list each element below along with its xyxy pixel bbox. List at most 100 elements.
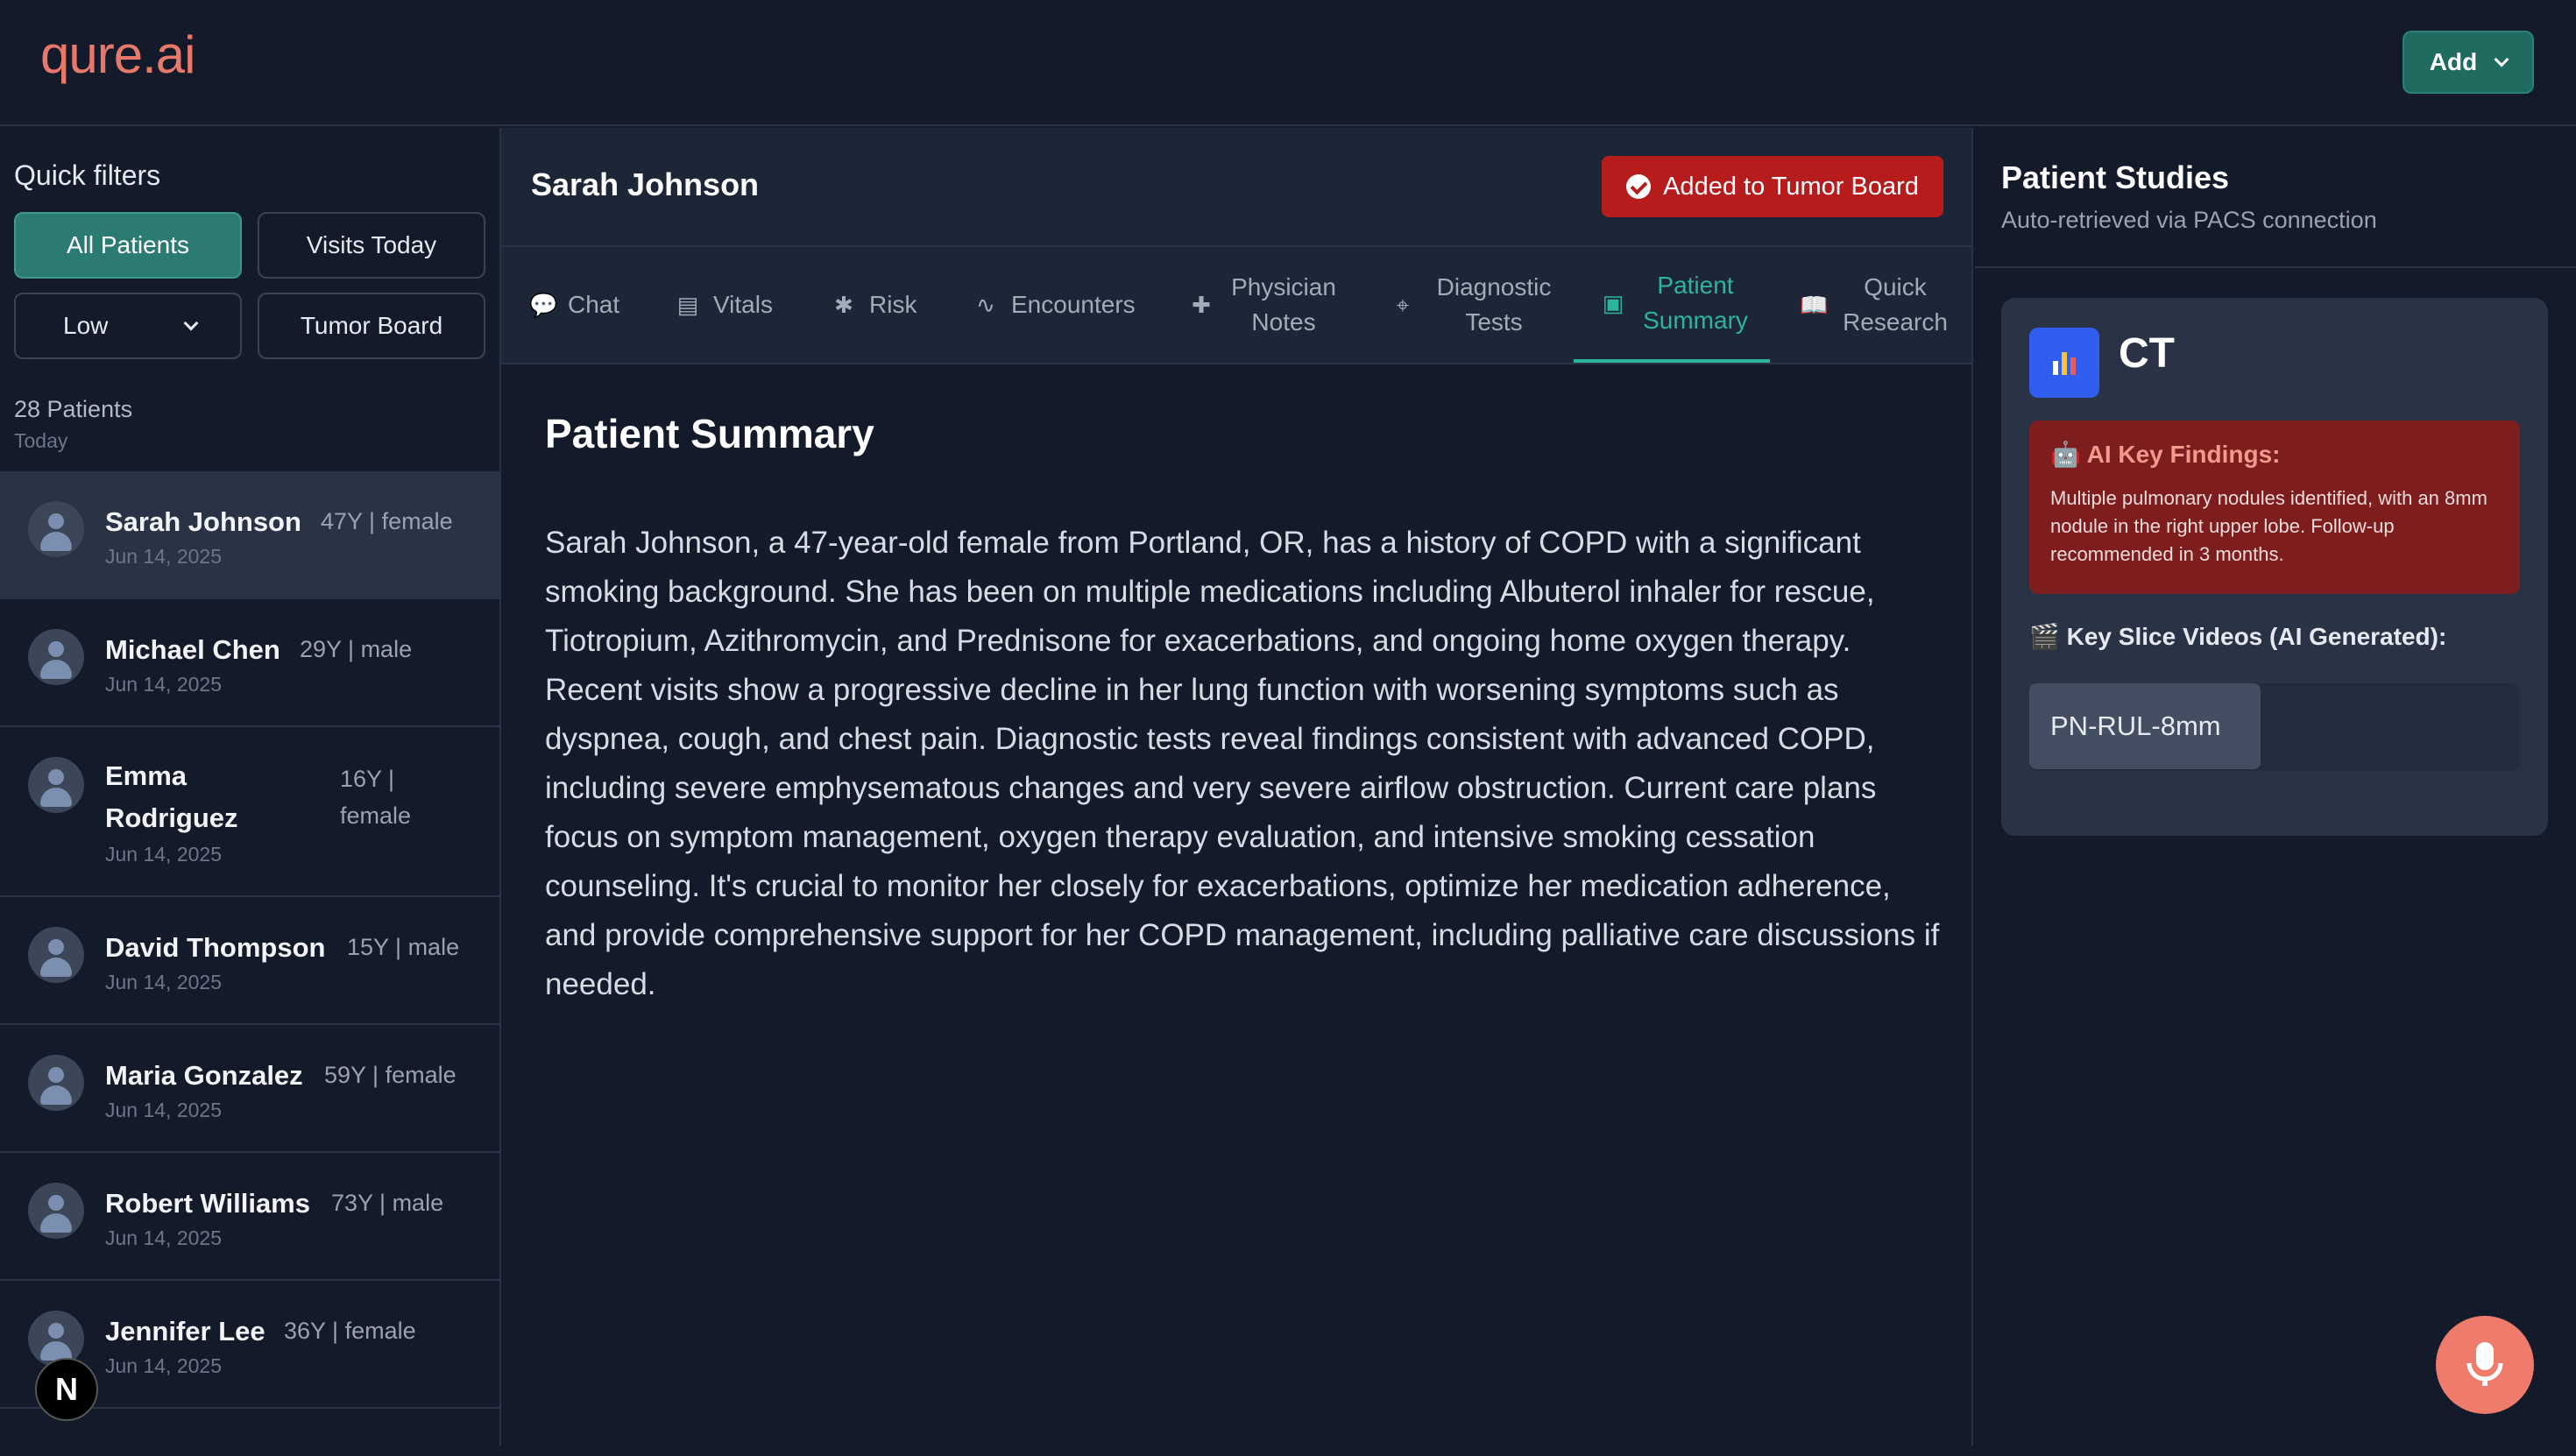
book-open-icon: 📖 — [1800, 292, 1829, 318]
study-modality: CT — [2119, 330, 2175, 377]
patient-name: Jennifer Lee — [105, 1316, 265, 1346]
patient-list: Sarah Johnson 47Y | female Jun 14, 2025 … — [0, 471, 499, 1409]
patient-date: Jun 14, 2025 — [105, 545, 223, 568]
patient-row-sarah-johnson[interactable]: Sarah Johnson 47Y | female Jun 14, 2025 — [0, 471, 499, 599]
microphone-button[interactable] — [2436, 1316, 2534, 1414]
tab-chat[interactable]: 💬 Chat — [529, 247, 619, 363]
findings-title: 🤖 AI Key Findings: — [2050, 441, 2281, 468]
crosshair-icon: ⌖ — [1396, 292, 1410, 318]
next-dev-badge[interactable]: N — [35, 1358, 98, 1421]
tab-label: Patient Summary — [1643, 272, 1748, 334]
patient-row-michael-chen[interactable]: Michael Chen 29Y | male Jun 14, 2025 — [0, 599, 499, 727]
patient-date: Jun 14, 2025 — [105, 1354, 223, 1377]
patient-meta: 29Y | male — [300, 636, 413, 662]
chat-icon: 💬 — [529, 292, 558, 318]
tab-bar: 💬 Chat ▤ Vitals ✱ Risk ∿ Encounters ✚ Ph… — [501, 247, 1971, 364]
tab-vitals[interactable]: ▤ Vitals — [675, 247, 773, 363]
add-button-label: Add — [2429, 48, 2478, 75]
avatar — [28, 1055, 84, 1111]
patient-header: Sarah Johnson Added to Tumor Board — [501, 128, 1971, 247]
patient-count-period: Today — [14, 429, 68, 452]
patient-name: Michael Chen — [105, 634, 280, 665]
summary-title: Patient Summary — [545, 411, 874, 456]
patient-row-emma-rodriguez[interactable]: Emma Rodriguez 16Y | female Jun 14, 2025 — [0, 727, 499, 897]
avatar — [28, 501, 84, 557]
patient-name: Emma Rodriguez — [105, 760, 238, 833]
avatar — [28, 1183, 84, 1239]
avatar — [28, 629, 84, 685]
microphone-icon — [2466, 1342, 2503, 1386]
patient-meta: 15Y | male — [347, 934, 460, 960]
patient-meta: 16Y | female — [340, 766, 412, 829]
patient-date: Jun 14, 2025 — [105, 673, 223, 696]
patient-name: Robert Williams — [105, 1188, 310, 1219]
patient-title: Sarah Johnson — [531, 166, 760, 202]
patient-date: Jun 14, 2025 — [105, 1226, 223, 1249]
tab-diagnostic-tests[interactable]: ⌖ Diagnostic Tests — [1390, 247, 1560, 363]
tab-label: Diagnostic Tests — [1436, 273, 1552, 336]
tab-physician-notes[interactable]: ✚ Physician Notes — [1188, 247, 1341, 363]
patient-meta: 36Y | female — [284, 1318, 416, 1344]
patient-date: Jun 14, 2025 — [105, 1099, 223, 1121]
patient-name: David Thompson — [105, 932, 326, 963]
patient-meta: 47Y | female — [321, 508, 453, 534]
patient-sidebar: Quick filters All Patients Visits Today … — [0, 128, 501, 1445]
bar-chart-icon — [2029, 328, 2099, 398]
patient-studies-panel: Patient Studies Auto-retrieved via PACS … — [1975, 128, 2576, 1445]
avatar — [28, 757, 84, 813]
findings-text: Multiple pulmonary nodules identified, w… — [2050, 487, 2488, 565]
avatar — [28, 927, 84, 983]
add-button[interactable]: Add — [2403, 31, 2534, 94]
chevron-down-icon — [2494, 52, 2509, 67]
key-slice-videos-title: 🎬 Key Slice Videos (AI Generated): — [2029, 623, 2447, 650]
patient-date: Jun 14, 2025 — [105, 843, 223, 866]
patient-date: Jun 14, 2025 — [105, 971, 223, 993]
tab-label: Quick Research — [1843, 273, 1948, 336]
pulse-icon: ∿ — [976, 292, 995, 318]
tab-label: Risk — [869, 291, 917, 318]
tab-patient-summary[interactable]: ▣ Patient Summary — [1574, 247, 1770, 363]
studies-title: Patient Studies — [2001, 159, 2230, 195]
tab-label: Physician Notes — [1231, 273, 1336, 336]
tab-label: Chat — [568, 291, 620, 318]
patient-count: 28 Patients — [14, 396, 133, 422]
patient-row-maria-gonzalez[interactable]: Maria Gonzalez 59Y | female Jun 14, 2025 — [0, 1025, 499, 1153]
chevron-down-icon — [183, 315, 199, 331]
top-bar: qure.ai Add — [0, 0, 2576, 126]
patient-row-david-thompson[interactable]: David Thompson 15Y | male Jun 14, 2025 — [0, 897, 499, 1025]
video-list: PN-RUL-8mm — [2029, 683, 2520, 771]
summary-text: Sarah Johnson, a 47-year-old female from… — [545, 526, 1940, 1001]
medical-clipboard-icon: ✚ — [1192, 292, 1211, 318]
medical-book-icon: ▣ — [1602, 290, 1624, 316]
patient-meta: 59Y | female — [324, 1062, 456, 1088]
clipboard-chart-icon: ▤ — [676, 292, 699, 318]
tab-label: Encounters — [1011, 291, 1136, 318]
studies-subtitle: Auto-retrieved via PACS connection — [2001, 207, 2377, 233]
tab-label: Vitals — [713, 291, 773, 318]
app-logo[interactable]: qure.ai — [40, 25, 195, 85]
avatar — [28, 1311, 84, 1367]
risk-filter-select[interactable]: Low — [14, 293, 242, 359]
filter-tumor-board[interactable]: Tumor Board — [258, 293, 485, 359]
filter-all-patients[interactable]: All Patients — [14, 212, 242, 279]
patient-name: Sarah Johnson — [105, 506, 301, 537]
risk-filter-value: Low — [63, 312, 109, 339]
tab-encounters[interactable]: ∿ Encounters — [973, 247, 1136, 363]
divider — [1975, 266, 2576, 268]
tumor-board-button[interactable]: Added to Tumor Board — [1602, 156, 1943, 217]
tumor-board-label: Added to Tumor Board — [1663, 172, 1919, 201]
patient-name: Maria Gonzalez — [105, 1060, 303, 1091]
study-card-ct[interactable]: CT 🤖 AI Key Findings: Multiple pulmonary… — [2001, 298, 2548, 836]
patient-meta: 73Y | male — [331, 1190, 444, 1216]
ai-findings-box: 🤖 AI Key Findings: Multiple pulmonary no… — [2029, 421, 2520, 594]
quick-filters-title: Quick filters — [14, 159, 161, 191]
patient-row-robert-williams[interactable]: Robert Williams 73Y | male Jun 14, 2025 — [0, 1153, 499, 1281]
filter-visits-today[interactable]: Visits Today — [258, 212, 485, 279]
asterisk-icon: ✱ — [834, 292, 853, 318]
summary-content: Patient Summary Sarah Johnson, a 47-year… — [545, 410, 1947, 1009]
patient-detail-panel: Sarah Johnson Added to Tumor Board 💬 Cha… — [501, 128, 1973, 1445]
video-chip[interactable]: PN-RUL-8mm — [2029, 683, 2261, 769]
tab-risk[interactable]: ✱ Risk — [831, 247, 916, 363]
tab-quick-research[interactable]: 📖 Quick Research — [1800, 247, 1952, 363]
check-circle-icon — [1626, 174, 1652, 199]
